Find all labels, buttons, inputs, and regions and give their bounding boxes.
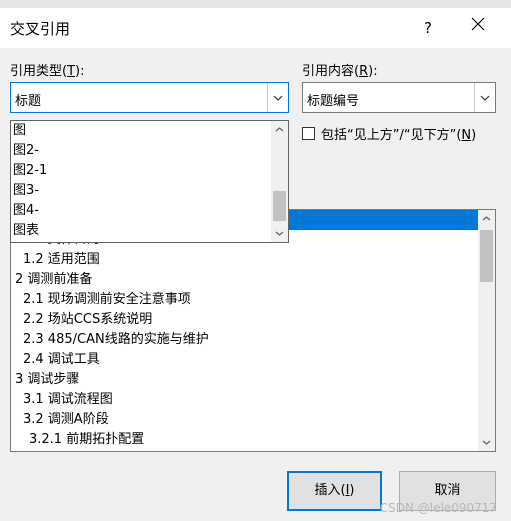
- scroll-down-button[interactable]: [478, 434, 495, 451]
- heading-list-scrollbar[interactable]: [478, 210, 495, 451]
- ref-type-value: 标题: [15, 94, 42, 109]
- chevron-down-icon: [275, 231, 284, 236]
- chevron-up-icon: [275, 127, 284, 132]
- close-icon: [471, 17, 485, 31]
- chevron-down-icon: [480, 95, 490, 101]
- watermark: CSDN @lele090717: [379, 501, 497, 515]
- ref-content-value: 标题编号: [307, 94, 360, 109]
- scroll-down-button[interactable]: [271, 225, 288, 242]
- heading-list[interactable]: 1.1 文件目的 1.2 适用范围 2 调测前准备 2.1 现场调测前安全注意事…: [10, 209, 496, 452]
- list-item[interactable]: 2.3 485/CAN线路的实施与维护: [11, 330, 495, 350]
- include-above-below-label: 包括“见上方”/“见下方”(N): [321, 128, 477, 143]
- list-item[interactable]: 3 调试步骤: [11, 370, 495, 390]
- help-button[interactable]: ?: [416, 16, 440, 40]
- chevron-down-icon: [482, 440, 491, 445]
- dropdown-scrollbar[interactable]: [271, 121, 288, 242]
- dropdown-option[interactable]: 图: [11, 121, 288, 141]
- ref-content-combobox[interactable]: 标题编号: [302, 82, 496, 113]
- close-button[interactable]: [466, 16, 490, 40]
- list-item[interactable]: 1.2 适用范围: [11, 250, 495, 270]
- scroll-thumb[interactable]: [480, 230, 493, 282]
- ref-content-dropdown-button[interactable]: [474, 83, 495, 112]
- list-item[interactable]: 2.1 现场调测前安全注意事项: [11, 290, 495, 310]
- scroll-up-button[interactable]: [271, 121, 288, 138]
- list-item[interactable]: 2.4 调试工具: [11, 350, 495, 370]
- dropdown-option[interactable]: 图2-: [11, 141, 288, 161]
- ref-content-label: 引用内容(R):: [302, 64, 378, 79]
- list-item[interactable]: 3.2 调测A阶段: [11, 410, 495, 430]
- scroll-up-button[interactable]: [478, 210, 495, 227]
- ref-type-dropdown-list[interactable]: 图 图2- 图2-1 图3- 图4- 图表: [10, 120, 289, 243]
- title-bar: 交叉引用 ?: [0, 8, 511, 48]
- dropdown-option[interactable]: 图4-: [11, 201, 288, 221]
- dropdown-option[interactable]: 图2-1: [11, 161, 288, 181]
- list-item[interactable]: 2 调测前准备: [11, 270, 495, 290]
- list-item[interactable]: 2.2 场站CCS系统说明: [11, 310, 495, 330]
- dialog-title: 交叉引用: [10, 20, 71, 38]
- scroll-thumb[interactable]: [273, 191, 286, 221]
- list-item[interactable]: 3.1 调试流程图: [11, 390, 495, 410]
- ref-type-dropdown-button[interactable]: [267, 83, 288, 112]
- list-item[interactable]: 3.2.1 前期拓扑配置: [11, 430, 495, 450]
- insert-button[interactable]: 插入(I): [287, 471, 382, 511]
- dropdown-option[interactable]: 图3-: [11, 181, 288, 201]
- cross-reference-dialog: 交叉引用 ? 引用类型(T): 引用内容(R): 标题 标题编号 包括“见上方”…: [0, 8, 511, 521]
- dropdown-option[interactable]: 图表: [11, 221, 288, 241]
- ref-type-combobox[interactable]: 标题: [10, 82, 289, 113]
- chevron-down-icon: [273, 95, 283, 101]
- ref-type-label: 引用类型(T):: [10, 64, 85, 79]
- chevron-up-icon: [482, 216, 491, 221]
- include-above-below-checkbox[interactable]: [302, 127, 315, 140]
- include-above-below-option[interactable]: 包括“见上方”/“见下方”(N): [302, 124, 476, 143]
